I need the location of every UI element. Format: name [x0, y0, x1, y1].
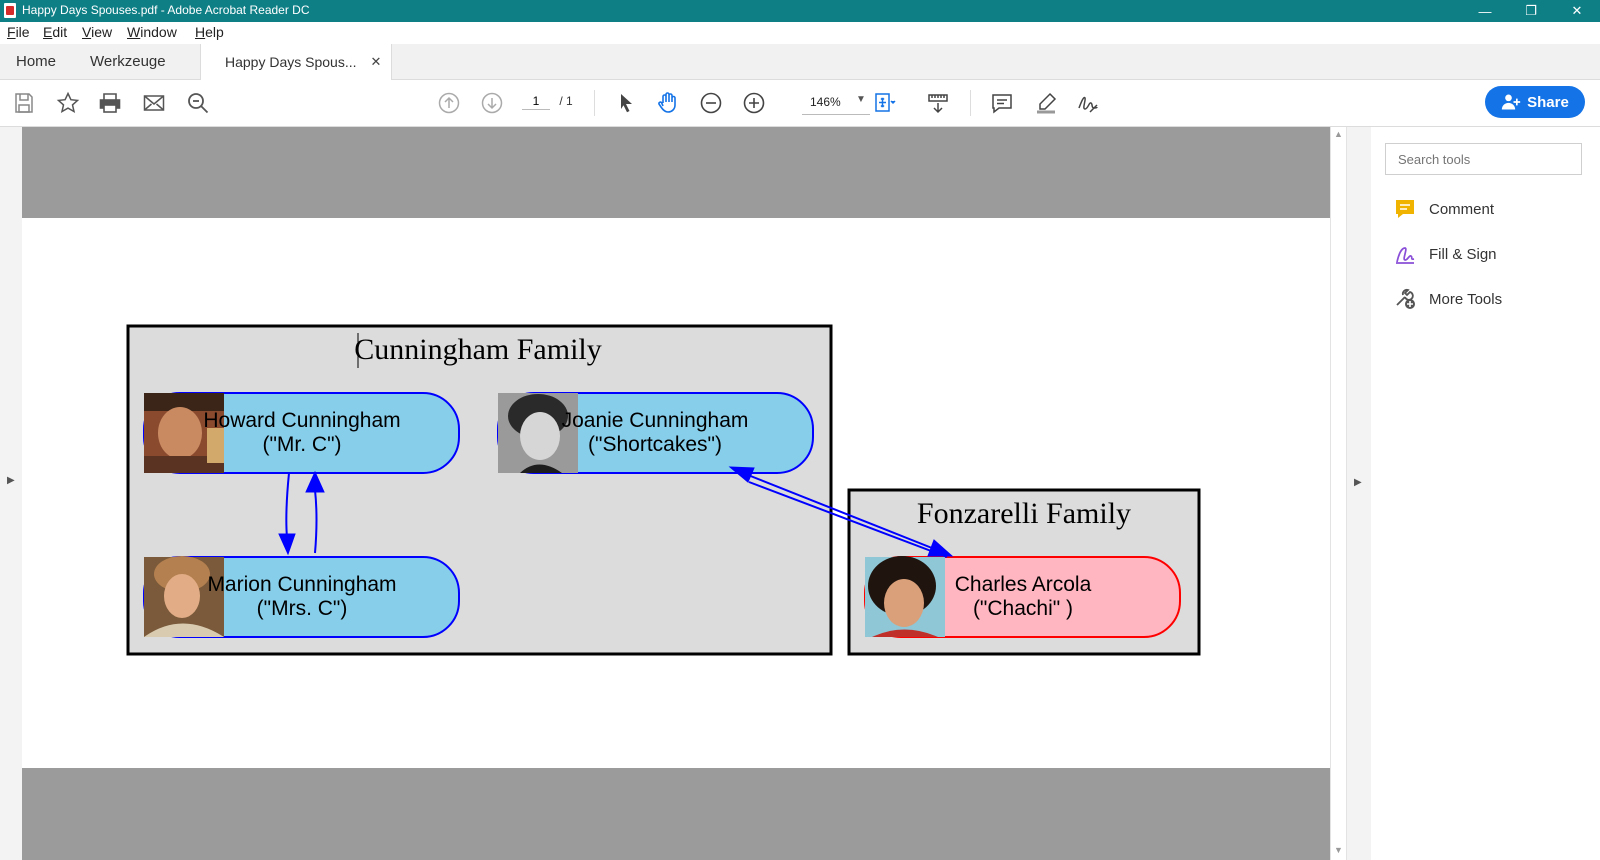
node-marion-nickname: ("Mrs. C")	[257, 597, 348, 620]
menu-help[interactable]: Help	[195, 24, 224, 40]
tab-home-label: Home	[16, 53, 57, 70]
share-button[interactable]: Share	[1485, 86, 1585, 118]
tools-pane: Comment Fill & Sign More Tools	[1371, 127, 1600, 860]
tab-tools-label: Werkzeuge	[90, 53, 166, 70]
photo-howard	[144, 393, 224, 473]
menu-window-accel: W	[127, 24, 141, 40]
menu-edit-rest: dit	[52, 24, 68, 40]
tab-document[interactable]: Happy Days Spous... ✕	[200, 44, 393, 80]
tool-fill-sign[interactable]: Fill & Sign	[1393, 239, 1497, 269]
menu-edit[interactable]: Edit	[43, 24, 67, 40]
page-up-icon[interactable]	[437, 91, 461, 115]
tool-fill-sign-label: Fill & Sign	[1429, 245, 1497, 263]
page-total: / 1	[559, 94, 573, 108]
right-panel-toggle[interactable]: ▶	[1346, 127, 1372, 860]
acrobat-app-icon	[4, 3, 16, 18]
photo-marion	[144, 556, 224, 637]
menu-file-rest: ile	[15, 24, 30, 40]
print-icon[interactable]	[98, 91, 122, 115]
tool-comment-label: Comment	[1429, 200, 1495, 218]
expand-left-icon: ▶	[7, 475, 15, 486]
tab-bar: Home Werkzeuge Happy Days Spous... ✕	[0, 44, 1600, 80]
tab-home[interactable]: Home	[16, 44, 56, 79]
minimize-button[interactable]: —	[1462, 0, 1508, 22]
node-howard-name: Howard Cunningham	[203, 409, 400, 432]
menu-window[interactable]: Window	[127, 24, 177, 40]
tab-close-icon[interactable]: ✕	[371, 54, 382, 70]
more-tools-icon	[1396, 288, 1415, 309]
menu-view-accel: V	[82, 24, 92, 40]
fill-sign-icon	[1396, 247, 1415, 264]
restore-button[interactable]: ❐	[1508, 0, 1554, 22]
zoom-select[interactable]: 146% ▼	[802, 92, 870, 115]
menu-view[interactable]: View	[82, 24, 112, 40]
scroll-down-icon[interactable]: ▼	[1334, 845, 1343, 855]
toolbar-divider-2	[970, 90, 971, 116]
photo-joanie	[498, 393, 578, 473]
find-icon[interactable]	[186, 91, 210, 115]
family-graph: Cunningham Family Fonzarelli Family Howa…	[126, 324, 1201, 656]
fit-page-icon[interactable]	[872, 91, 896, 115]
tool-more-tools[interactable]: More Tools	[1393, 284, 1502, 314]
window-title: Happy Days Spouses.pdf - Adobe Acrobat R…	[22, 3, 310, 17]
zoom-value: 146%	[810, 95, 841, 109]
page-number-group: / 1	[522, 93, 573, 110]
tab-tools[interactable]: Werkzeuge	[90, 44, 166, 79]
add-user-icon	[1501, 94, 1521, 110]
toolbar-divider	[594, 90, 595, 116]
cluster-cunningham-label: Cunningham Family	[354, 333, 602, 366]
menu-help-rest: elp	[205, 24, 224, 40]
zoom-in-icon[interactable]	[742, 91, 766, 115]
node-joanie-nickname: ("Shortcakes")	[588, 433, 722, 456]
tab-document-label: Happy Days Spous...	[225, 54, 357, 70]
menu-file[interactable]: File	[7, 24, 30, 40]
page-number-input[interactable]	[522, 93, 550, 110]
chevron-down-icon: ▼	[856, 94, 866, 105]
menu-bar: File Edit View Window Help	[0, 22, 1600, 44]
mail-icon[interactable]	[142, 91, 166, 115]
zoom-out-icon[interactable]	[699, 91, 723, 115]
hand-icon[interactable]	[656, 91, 680, 115]
collapse-right-icon: ▶	[1354, 477, 1362, 488]
cluster-fonzarelli-label: Fonzarelli Family	[917, 497, 1131, 530]
left-panel-toggle[interactable]: ▶	[0, 127, 22, 860]
page-down-icon[interactable]	[480, 91, 504, 115]
node-charles-name: Charles Arcola	[955, 573, 1092, 596]
tool-comment[interactable]: Comment	[1393, 194, 1494, 224]
vertical-scrollbar[interactable]: ▲ ▼	[1330, 127, 1347, 860]
sign-icon[interactable]	[1076, 91, 1100, 115]
title-bar: Happy Days Spouses.pdf - Adobe Acrobat R…	[0, 0, 1600, 22]
search-tools-input[interactable]	[1385, 143, 1582, 175]
toolbar: / 1 146% ▼	[0, 80, 1600, 127]
scroll-up-icon[interactable]: ▲	[1334, 129, 1343, 139]
share-label: Share	[1527, 93, 1569, 111]
close-window-button[interactable]: ✕	[1554, 0, 1600, 22]
menu-help-accel: H	[195, 24, 206, 40]
photo-charles	[865, 556, 945, 637]
node-charles-nickname: ("Chachi" )	[973, 597, 1073, 620]
star-icon[interactable]	[56, 91, 80, 115]
select-cursor-icon[interactable]	[614, 91, 638, 115]
menu-view-rest: iew	[91, 24, 113, 40]
node-joanie-name: Joanie Cunningham	[562, 409, 749, 432]
comment-icon	[1396, 200, 1414, 218]
scroll-mode-icon[interactable]	[926, 91, 950, 115]
comment-icon[interactable]	[990, 91, 1014, 115]
menu-window-rest: indow	[140, 24, 177, 40]
node-marion-name: Marion Cunningham	[207, 573, 396, 596]
pdf-page: Cunningham Family Fonzarelli Family Howa…	[22, 218, 1330, 768]
menu-file-accel: F	[7, 24, 16, 40]
menu-edit-accel: E	[43, 24, 53, 40]
highlight-pen-icon[interactable]	[1034, 91, 1058, 115]
node-howard-nickname: ("Mr. C")	[262, 433, 341, 456]
tool-more-tools-label: More Tools	[1429, 290, 1503, 308]
save-icon[interactable]	[12, 91, 36, 115]
